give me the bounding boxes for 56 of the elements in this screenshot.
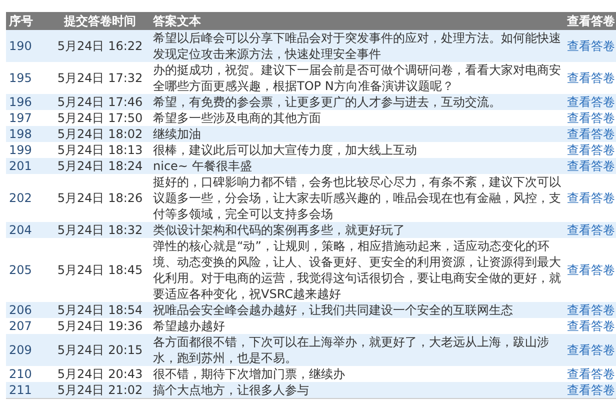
table-cell: nice~ 午餐很丰盛: [150, 158, 564, 174]
table-cell: 希望越办越好: [150, 318, 564, 334]
table-cell: 5月24日 18:54: [50, 302, 150, 318]
table-cell: 195: [6, 62, 50, 94]
table-cell: 各方面都很不错，下次可以在上海举办，就更好了，大老远从上海，跋山涉水，跑到苏州，也是不易。: [150, 334, 564, 366]
table-cell: 5月24日 18:45: [50, 238, 150, 302]
table-cell: 206: [6, 302, 50, 318]
view-answer-link[interactable]: 查看答卷: [567, 111, 615, 125]
table-cell: 搞个大点地方，让很多人参与: [150, 382, 564, 398]
table-cell: 207: [6, 318, 50, 334]
table-cell: 201: [6, 158, 50, 174]
table-cell: 197: [6, 110, 50, 126]
table-cell: 5月24日 18:24: [50, 158, 150, 174]
column-header: 查看答卷: [564, 12, 616, 30]
table-cell: 5月24日 17:32: [50, 62, 150, 94]
view-answer-link[interactable]: 查看答卷: [567, 143, 615, 157]
table-cell: 5月24日 18:13: [50, 142, 150, 158]
table-cell: 5月24日 18:26: [50, 174, 150, 222]
table-cell: 196: [6, 94, 50, 110]
table-cell: 202: [6, 174, 50, 222]
column-header: 提交答卷时间: [50, 12, 150, 30]
table-cell: 5月24日 18:02: [50, 126, 150, 142]
view-answer-link[interactable]: 查看答卷: [567, 367, 615, 381]
view-answer-link[interactable]: 查看答卷: [567, 71, 615, 85]
table-cell: 5月24日 17:50: [50, 110, 150, 126]
table-cell: 5月24日 18:32: [50, 222, 150, 238]
table-cell: 希望以后峰会可以分享下唯品会对于突发事件的应对，处理方法。如何能快速发现定位攻击来源方法，快速处理安全事件: [150, 30, 564, 62]
table-cell: 很棒，建议此后可以加大宣传力度，加大线上互动: [150, 142, 564, 158]
table-cell: 205: [6, 238, 50, 302]
table-cell: 5月24日 21:02: [50, 382, 150, 398]
table-cell: 199: [6, 142, 50, 158]
table-cell: 弹性的核心就是“动”，让规则，策略，相应措施动起来，适应动态变化的环境、动态变换的风险，让人、设备更好、更安全的利用资源，让资源得到最大化利用。对于电商的运营，我觉得这句话很切合，要让电商安全做的更好，就要适应各种变化，祝VSRC越来越好: [150, 238, 564, 302]
table-cell: 5月24日 20:15: [50, 334, 150, 366]
table-cell: 209: [6, 334, 50, 366]
table-cell: 希望，有免费的参会票，让更多更广的人才参与进去，互动交流。: [150, 94, 564, 110]
table-cell: 挺好的，口碑影响力都不错，会务也比较尽心尽力，有条不紊，建议下次可以议题多一些，分会场，让大家去听感兴趣的，唯品会现在也有金融，风控，支付等多领域，完全可以支持多会场: [150, 174, 564, 222]
table-cell: 希望多一些涉及电商的其他方面: [150, 110, 564, 126]
column-header: 答案文本: [150, 12, 564, 30]
table-cell: 211: [6, 382, 50, 398]
table-cell: 办的挺成功，祝贺。建议下一届会前是否可做个调研问卷，看看大家对电商安全哪些方面更感兴趣，根据TOP N方向准备演讲议题呢？: [150, 62, 564, 94]
view-answer-link[interactable]: 查看答卷: [567, 191, 615, 205]
table-cell: 很不错，期待下次增加门票，继续办: [150, 366, 564, 382]
table-cell: 190: [6, 30, 50, 62]
table-cell: 5月24日 16:22: [50, 30, 150, 62]
table-cell: 类似设计架构和代码的案例再多些，就更好玩了: [150, 222, 564, 238]
table-cell: 204: [6, 222, 50, 238]
table-cell: 5月24日 17:46: [50, 94, 150, 110]
table-cell: 继续加油: [150, 126, 564, 142]
table-cell: 5月24日 20:43: [50, 366, 150, 382]
column-header: 序号: [6, 12, 50, 30]
view-answer-link[interactable]: 查看答卷: [567, 319, 615, 333]
table-cell: 198: [6, 126, 50, 142]
table-cell: 祝唯品会安全峰会越办越好，让我们共同建设一个安全的互联网生态: [150, 302, 564, 318]
table-cell: 210: [6, 366, 50, 382]
table-cell: 5月24日 19:36: [50, 318, 150, 334]
view-answer-link[interactable]: 查看答卷: [567, 263, 615, 277]
